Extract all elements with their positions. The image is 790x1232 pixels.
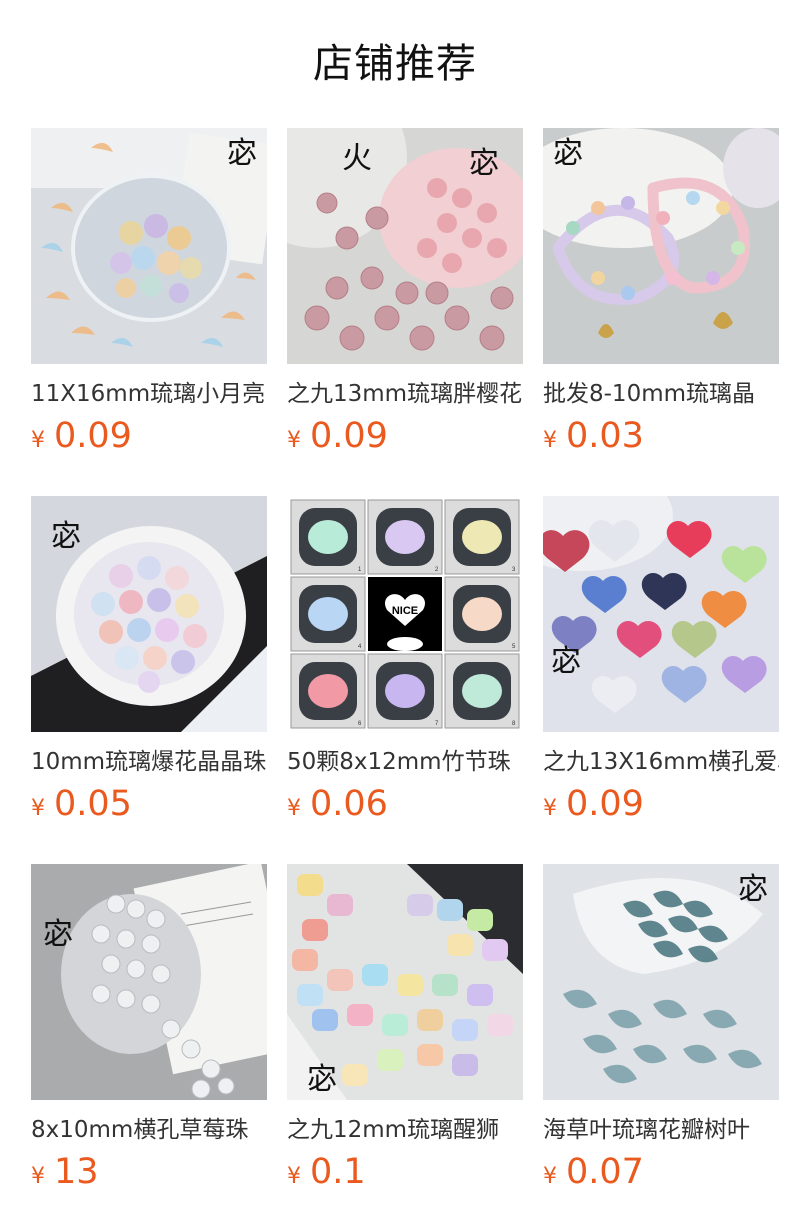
- price-value: 0.09: [54, 416, 132, 456]
- product-name[interactable]: 之九13mm琉璃胖樱花: [287, 377, 523, 411]
- currency-symbol: ¥: [543, 428, 557, 453]
- product-card[interactable]: 宓 8x10mm横孔草莓珠 ¥13: [31, 864, 267, 1194]
- product-price: ¥0.09: [287, 414, 388, 458]
- product-price: ¥0.05: [31, 782, 132, 826]
- product-card[interactable]: 宓 批发8-10mm琉璃晶 ¥0.03: [543, 128, 779, 458]
- currency-symbol: ¥: [287, 796, 301, 821]
- product-image-hearts[interactable]: 宓: [543, 496, 779, 732]
- price-value: 0.1: [310, 1152, 366, 1192]
- product-image-bracelet[interactable]: 宓: [543, 128, 779, 364]
- svg-text:宓: 宓: [307, 1062, 337, 1097]
- svg-text:火: 火: [342, 141, 372, 176]
- price-value: 0.09: [566, 784, 644, 824]
- product-name[interactable]: 海草叶琉璃花瓣树叶: [543, 1113, 779, 1147]
- price-value: 0.06: [310, 784, 388, 824]
- product-price: ¥0.07: [543, 1150, 644, 1194]
- product-grid: 宓 11X16mm琉璃小月亮 ¥0.09 火 宓 之九13mm琉璃胖樱花 ¥ 0…: [31, 128, 790, 1218]
- product-card[interactable]: 宓 11X16mm琉璃小月亮 ¥0.09: [31, 128, 267, 458]
- price-value: 0.05: [54, 784, 132, 824]
- product-name[interactable]: 11X16mm琉璃小月亮: [31, 377, 267, 411]
- svg-text:宓: 宓: [227, 136, 257, 171]
- svg-text:宓: 宓: [51, 519, 81, 554]
- svg-text:宓: 宓: [43, 917, 73, 952]
- product-card[interactable]: 宓 10mm琉璃爆花晶晶珠 ¥0.05: [31, 496, 267, 826]
- page-title: 店铺推荐: [313, 41, 477, 87]
- price-value: 0.09: [310, 416, 388, 456]
- svg-text:宓: 宓: [553, 136, 583, 171]
- product-image-crescent[interactable]: 宓: [31, 128, 267, 364]
- currency-symbol: ¥: [31, 796, 45, 821]
- product-name[interactable]: 之九12mm琉璃醒狮: [287, 1113, 523, 1147]
- price-value: 0.03: [566, 416, 644, 456]
- product-name[interactable]: 8x10mm横孔草莓珠: [31, 1113, 267, 1147]
- product-card[interactable]: 宓 之九12mm琉璃醒狮 ¥0.1: [287, 864, 523, 1194]
- product-price: ¥0.09: [31, 414, 132, 458]
- price-value: 13: [54, 1152, 99, 1192]
- currency-symbol: ¥: [543, 796, 557, 821]
- product-image-bamboo-grid[interactable]: NICE 1 2 3 4 5 6 7 8: [287, 496, 523, 732]
- product-image-lion[interactable]: 宓: [287, 864, 523, 1100]
- currency-symbol: ¥: [287, 1164, 301, 1189]
- currency-symbol: ¥: [287, 428, 301, 453]
- nice-badge-text: NICE: [392, 605, 418, 617]
- price-value: 0.07: [566, 1152, 644, 1192]
- product-name[interactable]: 之九13X16mm横孔爱心: [543, 745, 779, 779]
- currency-symbol: ¥: [543, 1164, 557, 1189]
- svg-text:宓: 宓: [469, 146, 499, 181]
- currency-symbol: ¥: [31, 428, 45, 453]
- product-price: ¥13: [31, 1150, 99, 1194]
- product-card[interactable]: NICE 1 2 3 4 5 6 7 8 50颗8x12mm竹节珠 ¥0.06: [287, 496, 523, 826]
- product-name[interactable]: 50颗8x12mm竹节珠: [287, 745, 523, 779]
- product-name[interactable]: 10mm琉璃爆花晶晶珠: [31, 745, 267, 779]
- product-price: ¥0.1: [287, 1150, 366, 1194]
- product-card[interactable]: 宓 海草叶琉璃花瓣树叶 ¥0.07: [543, 864, 779, 1194]
- product-image-pink-flower[interactable]: 火 宓: [287, 128, 523, 364]
- product-price: ¥0.03: [543, 414, 644, 458]
- svg-text:宓: 宓: [551, 644, 581, 679]
- product-card[interactable]: 宓 之九13X16mm横孔爱心 ¥0.09: [543, 496, 779, 826]
- product-image-clear-strawberry[interactable]: 宓: [31, 864, 267, 1100]
- product-card[interactable]: 火 宓 之九13mm琉璃胖樱花 ¥0.09: [287, 128, 523, 458]
- product-image-leaf[interactable]: 宓: [543, 864, 779, 1100]
- product-price: ¥0.09: [543, 782, 644, 826]
- product-price: ¥0.06: [287, 782, 388, 826]
- product-name[interactable]: 批发8-10mm琉璃晶: [543, 377, 779, 411]
- product-image-crackle[interactable]: 宓: [31, 496, 267, 732]
- svg-text:宓: 宓: [738, 872, 768, 907]
- currency-symbol: ¥: [31, 1164, 45, 1189]
